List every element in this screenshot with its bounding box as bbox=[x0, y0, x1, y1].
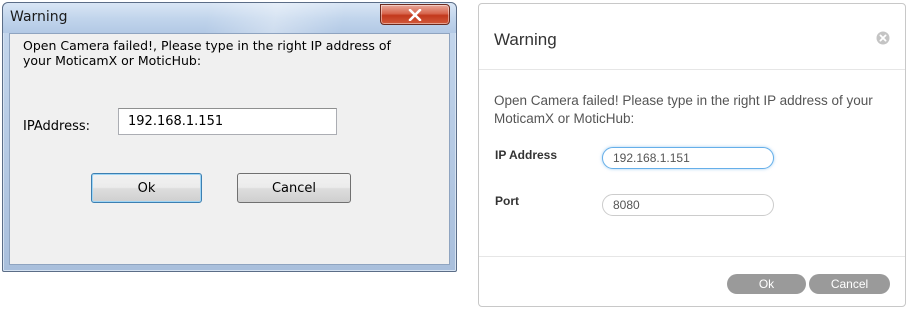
classic-cancel-button[interactable]: Cancel bbox=[237, 173, 351, 203]
modern-ip-label: IP Address bbox=[495, 148, 558, 162]
modern-dialog-header: Warning bbox=[479, 4, 905, 70]
modern-warning-dialog: Warning Open Camera failed! Please type … bbox=[478, 3, 906, 307]
modern-message: Open Camera failed! Please type in the r… bbox=[494, 93, 873, 126]
modern-dialog-title: Warning bbox=[494, 30, 557, 49]
classic-ip-input[interactable] bbox=[118, 108, 337, 135]
circle-x-icon[interactable] bbox=[876, 31, 890, 45]
modern-ok-button[interactable]: Ok bbox=[727, 274, 806, 294]
screenshot-stage: Warning Open Camera failed!, Please type… bbox=[0, 0, 911, 309]
classic-titlebar[interactable]: Warning bbox=[3, 3, 456, 33]
modern-dialog-footer bbox=[479, 256, 905, 257]
modern-ip-input[interactable] bbox=[602, 147, 774, 169]
close-icon bbox=[408, 8, 422, 21]
modern-port-label: Port bbox=[495, 194, 519, 208]
classic-dialog-title: Warning bbox=[10, 9, 68, 25]
classic-ok-button[interactable]: Ok bbox=[91, 173, 202, 203]
classic-warning-dialog: Warning Open Camera failed!, Please type… bbox=[2, 2, 457, 272]
modern-cancel-button[interactable]: Cancel bbox=[809, 274, 890, 294]
classic-message: Open Camera failed!, Please type in the … bbox=[23, 38, 391, 68]
classic-close-button[interactable] bbox=[380, 4, 450, 25]
modern-port-input[interactable] bbox=[602, 194, 774, 216]
classic-ip-label: IPAddress: bbox=[23, 119, 90, 134]
